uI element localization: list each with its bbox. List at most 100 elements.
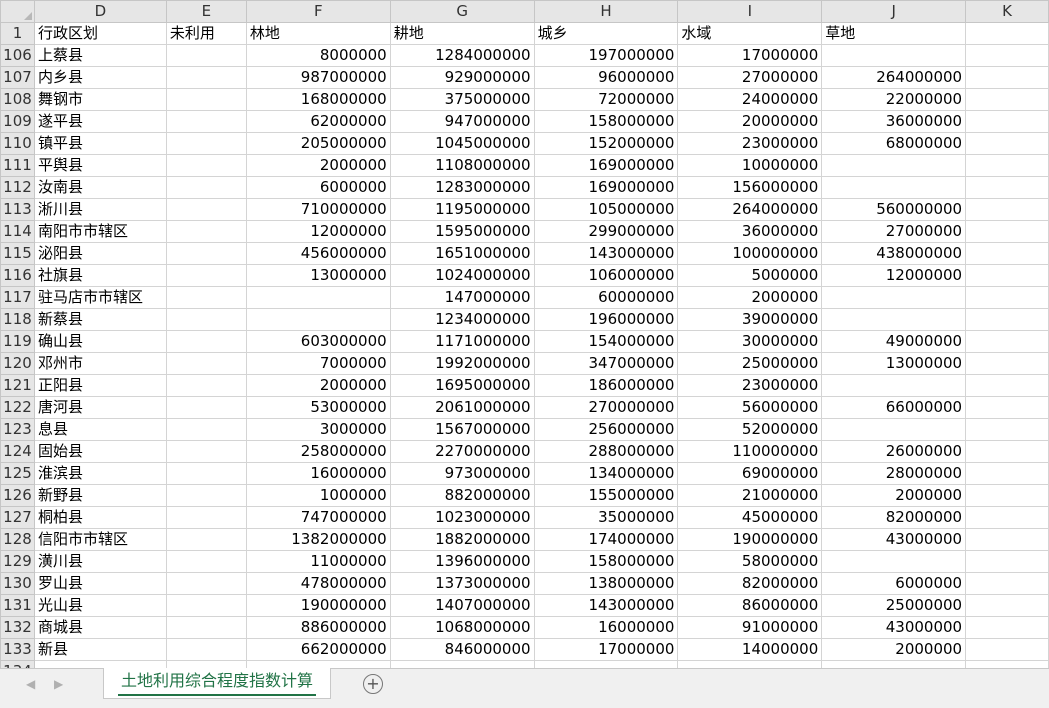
cell[interactable]: 城乡: [533, 22, 679, 45]
cell[interactable]: 347000000: [533, 352, 679, 375]
cell[interactable]: 264000000: [821, 66, 967, 89]
cell[interactable]: 258000000: [245, 440, 391, 463]
cell[interactable]: 36000000: [677, 220, 823, 243]
cell[interactable]: 信阳市市辖区: [33, 528, 167, 551]
cell[interactable]: [165, 110, 247, 133]
cell[interactable]: 478000000: [245, 572, 391, 595]
row-header[interactable]: 109: [0, 110, 35, 133]
cell[interactable]: 固始县: [33, 440, 167, 463]
row-header[interactable]: 120: [0, 352, 35, 375]
cell[interactable]: 987000000: [245, 66, 391, 89]
cell[interactable]: [965, 154, 1049, 177]
cell[interactable]: 264000000: [677, 198, 823, 221]
row-header[interactable]: 122: [0, 396, 35, 419]
cell[interactable]: [165, 484, 247, 507]
cell[interactable]: [245, 660, 391, 668]
cell[interactable]: [965, 330, 1049, 353]
cell[interactable]: [165, 88, 247, 111]
cell[interactable]: 45000000: [677, 506, 823, 529]
cell[interactable]: [165, 352, 247, 375]
cell[interactable]: [821, 374, 967, 397]
sheet-tab-active[interactable]: 土地利用综合程度指数计算: [103, 668, 331, 699]
cell[interactable]: 1284000000: [389, 44, 535, 67]
row-header[interactable]: 107: [0, 66, 35, 89]
column-header[interactable]: I: [677, 0, 823, 23]
cell[interactable]: 淮滨县: [33, 462, 167, 485]
cell[interactable]: [965, 66, 1049, 89]
cell[interactable]: [821, 418, 967, 441]
cell[interactable]: [965, 88, 1049, 111]
cell[interactable]: 375000000: [389, 88, 535, 111]
cell[interactable]: [965, 660, 1049, 668]
cell[interactable]: 190000000: [677, 528, 823, 551]
row-header[interactable]: 133: [0, 638, 35, 661]
cell[interactable]: [165, 176, 247, 199]
cell[interactable]: 846000000: [389, 638, 535, 661]
cell[interactable]: [821, 660, 967, 668]
cell[interactable]: 72000000: [533, 88, 679, 111]
cell[interactable]: 747000000: [245, 506, 391, 529]
cell[interactable]: 43000000: [821, 616, 967, 639]
row-header[interactable]: 115: [0, 242, 35, 265]
cell[interactable]: [165, 660, 247, 668]
cell[interactable]: 1024000000: [389, 264, 535, 287]
cell[interactable]: 2270000000: [389, 440, 535, 463]
cell[interactable]: [389, 660, 535, 668]
cell[interactable]: 169000000: [533, 154, 679, 177]
select-all-corner[interactable]: [0, 0, 35, 23]
column-header[interactable]: G: [389, 0, 535, 23]
cell[interactable]: 汝南县: [33, 176, 167, 199]
column-header[interactable]: E: [165, 0, 247, 23]
cell[interactable]: [677, 660, 823, 668]
cell[interactable]: [165, 440, 247, 463]
cell[interactable]: 商城县: [33, 616, 167, 639]
cell[interactable]: 14000000: [677, 638, 823, 661]
cell[interactable]: [965, 594, 1049, 617]
cell[interactable]: 新蔡县: [33, 308, 167, 331]
cell[interactable]: 耕地: [389, 22, 535, 45]
cell[interactable]: 56000000: [677, 396, 823, 419]
cell[interactable]: 36000000: [821, 110, 967, 133]
cell[interactable]: 147000000: [389, 286, 535, 309]
cell[interactable]: [165, 198, 247, 221]
row-header[interactable]: 134: [0, 660, 35, 668]
cell[interactable]: 7000000: [245, 352, 391, 375]
cell[interactable]: 16000000: [245, 462, 391, 485]
cell[interactable]: [165, 374, 247, 397]
cell[interactable]: 泌阳县: [33, 242, 167, 265]
cell[interactable]: 205000000: [245, 132, 391, 155]
cell[interactable]: 69000000: [677, 462, 823, 485]
cell[interactable]: 林地: [245, 22, 391, 45]
row-header[interactable]: 113: [0, 198, 35, 221]
cell[interactable]: [165, 594, 247, 617]
cell[interactable]: 21000000: [677, 484, 823, 507]
cell[interactable]: 456000000: [245, 242, 391, 265]
cell[interactable]: 60000000: [533, 286, 679, 309]
cell[interactable]: 438000000: [821, 242, 967, 265]
cell[interactable]: [33, 660, 167, 668]
cell[interactable]: 16000000: [533, 616, 679, 639]
cell[interactable]: [165, 462, 247, 485]
cell[interactable]: 5000000: [677, 264, 823, 287]
cell[interactable]: [965, 264, 1049, 287]
cell[interactable]: [965, 286, 1049, 309]
row-header[interactable]: 129: [0, 550, 35, 573]
spreadsheet-grid[interactable]: D E F G H I J K 1 行政区划 未利用 林地 耕地 城乡 水域 草…: [0, 0, 1049, 668]
cell[interactable]: [821, 308, 967, 331]
row-header[interactable]: 119: [0, 330, 35, 353]
cell[interactable]: 3000000: [245, 418, 391, 441]
row-header[interactable]: 1: [0, 22, 35, 45]
cell[interactable]: 53000000: [245, 396, 391, 419]
cell[interactable]: 288000000: [533, 440, 679, 463]
cell[interactable]: 驻马店市市辖区: [33, 286, 167, 309]
add-sheet-icon[interactable]: +: [363, 674, 383, 694]
cell[interactable]: 155000000: [533, 484, 679, 507]
cell[interactable]: 1407000000: [389, 594, 535, 617]
cell[interactable]: [965, 440, 1049, 463]
cell[interactable]: 10000000: [677, 154, 823, 177]
row-header[interactable]: 106: [0, 44, 35, 67]
cell[interactable]: 82000000: [821, 506, 967, 529]
row-header[interactable]: 130: [0, 572, 35, 595]
cell[interactable]: 1045000000: [389, 132, 535, 155]
cell[interactable]: 内乡县: [33, 66, 167, 89]
